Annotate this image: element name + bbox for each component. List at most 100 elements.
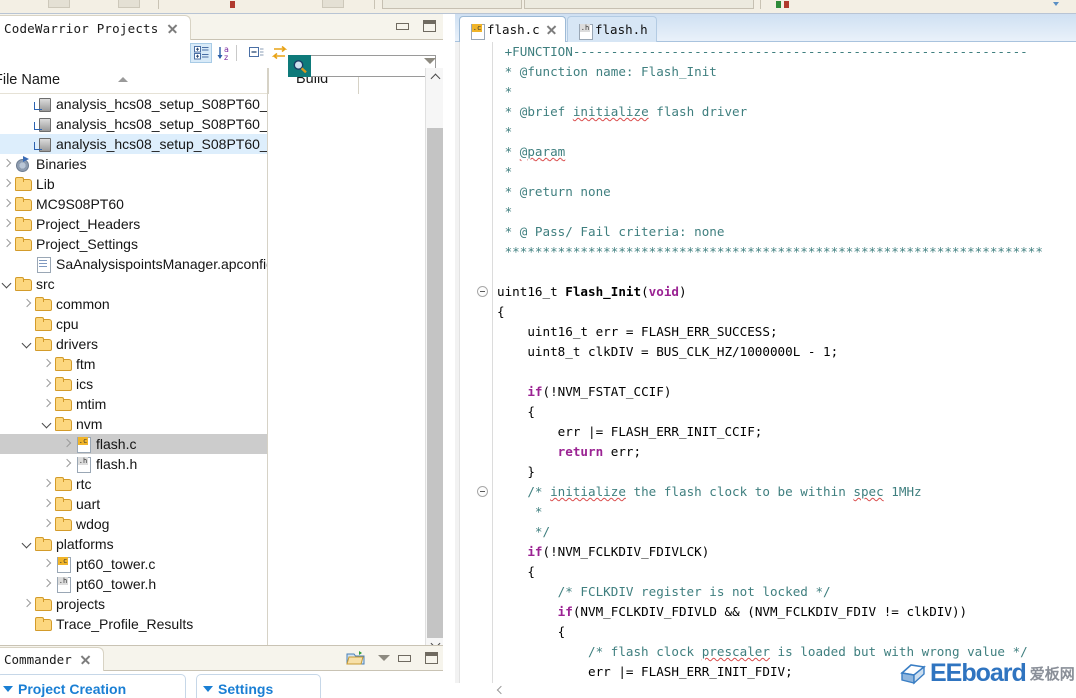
code-token: err |= FLASH_ERR_INIT_FDIV; [497, 664, 793, 679]
section-project-creation[interactable]: Project Creation [0, 674, 186, 698]
chevron-right-icon[interactable] [40, 394, 54, 414]
view-menu-icon[interactable] [424, 58, 436, 64]
editor-code-area[interactable]: +FUNCTION-------------------------------… [493, 42, 1076, 683]
code-line: * [493, 82, 1076, 102]
search-icon[interactable] [288, 55, 311, 77]
toolbar-icon-red-2[interactable] [784, 1, 789, 8]
chevron-right-icon[interactable] [0, 234, 14, 254]
scroll-up-icon[interactable] [426, 68, 444, 86]
sort-az-icon[interactable]: a z [214, 43, 236, 63]
tab-codewarrior-projects[interactable]: CodeWarrior Projects [0, 15, 191, 40]
chevron-down-icon[interactable] [40, 414, 54, 434]
open-project-icon[interactable] [346, 650, 365, 672]
chevron-right-icon[interactable] [0, 214, 14, 234]
code-token: { [497, 404, 535, 419]
code-token: if [527, 544, 543, 559]
projects-tab-row: CodeWarrior Projects [0, 14, 443, 40]
code-token: if [527, 384, 543, 399]
chevron-right-icon[interactable] [40, 354, 54, 374]
chevron-down-icon[interactable] [20, 334, 34, 354]
fold-collapse-icon[interactable] [477, 486, 488, 497]
commander-window-buttons [398, 652, 438, 664]
projects-vertical-scrollbar[interactable] [425, 68, 443, 654]
project-icon [34, 96, 52, 112]
sort-caret-icon[interactable] [118, 77, 128, 82]
section-settings[interactable]: Settings [196, 674, 321, 698]
collapse-all-icon[interactable] [245, 43, 267, 63]
code-token: (!NVM_FSTAT_CCIF) [542, 384, 672, 399]
code-token: * @function name: Flash_Init [497, 64, 717, 79]
tree-item-label: flash.c [96, 436, 137, 452]
code-token: (NVM_FCLKDIV_FDIVLD && (NVM_FCLKDIV_FDIV… [572, 604, 968, 619]
folder-icon [54, 416, 72, 432]
code-line: return err; [493, 442, 1076, 462]
code-line: } [493, 462, 1076, 482]
chevron-down-icon[interactable] [20, 534, 34, 554]
editor-tab-flash-c[interactable]: flash.c [459, 16, 566, 42]
editor-horizontal-scrollbar[interactable] [493, 683, 1076, 697]
chevron-right-icon[interactable] [20, 294, 34, 314]
h-file-icon [54, 576, 72, 593]
editor-tab-flash-h[interactable]: flash.h [567, 16, 657, 42]
toolbar-button-3[interactable] [322, 0, 344, 8]
folder-icon [54, 396, 72, 412]
chevron-right-icon[interactable] [60, 454, 74, 474]
chevron-right-icon[interactable] [60, 434, 74, 454]
chevron-right-icon[interactable] [40, 374, 54, 394]
chevron-right-icon[interactable] [0, 194, 14, 214]
fold-collapse-icon[interactable] [477, 286, 488, 297]
minimize-icon[interactable] [396, 22, 409, 30]
tree-item-label: rtc [76, 476, 92, 492]
toolbar-combo-2[interactable] [524, 0, 754, 9]
minimize-icon[interactable] [398, 654, 411, 662]
code-line: * [493, 162, 1076, 182]
toolbar-overflow-icon[interactable] [1053, 2, 1059, 6]
tree-item-label: pt60_tower.h [76, 576, 157, 592]
tab-commander[interactable]: Commander [0, 647, 104, 671]
chevron-down-icon[interactable] [0, 274, 14, 294]
link-with-editor-icon[interactable] [268, 43, 290, 63]
code-token: uint16_t [497, 284, 566, 299]
chevron-right-icon[interactable] [20, 594, 34, 614]
code-token: void [648, 284, 680, 299]
chevron-right-icon[interactable] [40, 494, 54, 514]
tree-list-icon[interactable] [190, 43, 212, 63]
chevron-right-icon[interactable] [40, 514, 54, 534]
maximize-icon[interactable] [425, 652, 438, 664]
toolbar-icon-red[interactable] [230, 1, 235, 8]
chevron-right-icon[interactable] [0, 174, 14, 194]
close-icon[interactable] [80, 654, 91, 665]
toolbar-combo-1[interactable] [382, 0, 522, 9]
chevron-right-icon[interactable] [40, 554, 54, 574]
editor-gutter[interactable] [455, 42, 493, 683]
search-box[interactable] [288, 55, 436, 77]
chevron-right-icon[interactable] [40, 474, 54, 494]
close-icon[interactable] [167, 23, 178, 34]
chevron-right-icon[interactable] [40, 574, 54, 594]
folder-icon [54, 356, 72, 372]
close-icon[interactable] [546, 24, 557, 35]
view-menu-icon[interactable] [378, 655, 390, 661]
code-token: * @return none [497, 184, 611, 199]
toolbar-button-1[interactable] [48, 0, 70, 8]
chevron-right-icon[interactable] [0, 154, 14, 174]
toolbar-button-2[interactable] [118, 0, 140, 8]
code-line: uint16_t err = FLASH_ERR_SUCCESS; [493, 322, 1076, 342]
chevron-left-icon [496, 685, 505, 694]
scrollbar-thumb[interactable] [427, 128, 443, 638]
tree-item-label: flash.h [96, 456, 138, 472]
toolbar-icon-green[interactable] [776, 1, 781, 8]
maximize-icon[interactable] [423, 20, 436, 32]
scroll-left-icon[interactable] [495, 684, 506, 695]
search-input[interactable] [311, 55, 436, 77]
code-token: uint8_t clkDIV = BUS_CLK_HZ/1000000L - 1… [497, 344, 839, 359]
folder-icon [14, 276, 32, 292]
